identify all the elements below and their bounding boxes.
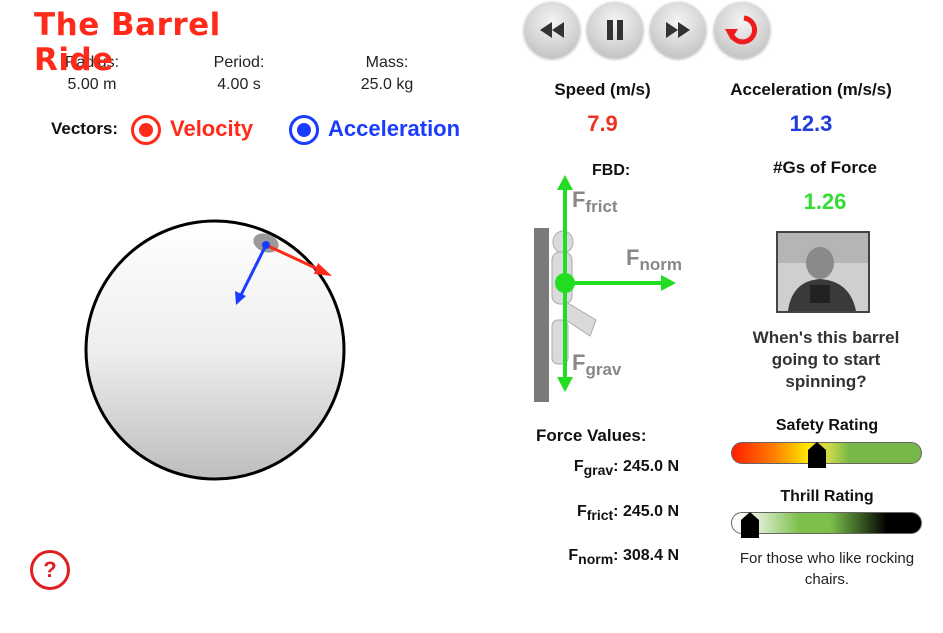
- force-row-frict: Ffrict: 245.0 N: [576, 503, 679, 524]
- ffrict-label: Ffrict: [572, 187, 618, 216]
- velocity-label[interactable]: Velocity: [170, 116, 253, 142]
- friction-arrowhead: [557, 175, 573, 190]
- help-button[interactable]: ?: [30, 550, 70, 590]
- person-photo-icon: [778, 233, 868, 311]
- speed-value: 7.9: [587, 111, 618, 136]
- barrel-circle: [84, 219, 346, 481]
- acceleration-stat-value: 12.3: [789, 111, 833, 136]
- thrill-rating-label: Thrill Rating: [780, 488, 874, 505]
- speed-label: Speed (m/s): [554, 80, 651, 99]
- fgrav-label: Fgrav: [572, 350, 622, 379]
- acceleration-radio[interactable]: [289, 115, 319, 145]
- rider-figure: [551, 230, 597, 365]
- pause-icon: [607, 20, 623, 40]
- safety-rating-label: Safety Rating: [775, 417, 879, 434]
- reset-icon: [725, 15, 758, 45]
- fnorm-label: Fnorm: [626, 245, 682, 274]
- barrel-view: [84, 219, 346, 481]
- page-title: The Barrel Ride: [34, 7, 221, 78]
- pause-button[interactable]: [587, 2, 643, 58]
- thrill-note: For those who like rocking chairs.: [739, 550, 915, 588]
- safety-rating-marker: [807, 442, 826, 468]
- vectors-label: Vectors:: [51, 119, 119, 138]
- reset-button[interactable]: [714, 2, 770, 58]
- barrel-wall: [534, 228, 549, 402]
- force-row-norm: Fnorm: 308.4 N: [568, 547, 679, 568]
- force-row-grav: Fgrav: 245.0 N: [573, 458, 679, 479]
- rider-dot: [262, 241, 270, 249]
- normal-arrowhead: [661, 275, 676, 291]
- question-text: When's this barrel going to start spinni…: [752, 328, 900, 391]
- mass-value: 25.0 kg: [360, 76, 414, 93]
- velocity-radio[interactable]: [131, 115, 161, 145]
- fast-forward-icon: [666, 22, 690, 38]
- fbd-center-dot: [555, 273, 575, 293]
- gs-value: 1.26: [803, 189, 847, 214]
- force-values-title: Force Values:: [536, 426, 647, 445]
- rewind-icon: [540, 22, 564, 38]
- acceleration-stat-label: Acceleration (m/s/s): [730, 80, 892, 99]
- gravity-arrowhead: [557, 377, 573, 392]
- mass-label: Mass:: [365, 54, 409, 71]
- mass-readout: Mass: 25.0 kg: [346, 52, 428, 96]
- gs-label: #Gs of Force: [773, 158, 877, 177]
- rider-photo: [776, 231, 870, 313]
- fbd-diagram: Ffrict Fnorm Fgrav: [534, 175, 682, 402]
- fast-forward-button[interactable]: [650, 2, 706, 58]
- rewind-button[interactable]: [524, 2, 580, 58]
- thrill-rating-marker: [741, 512, 760, 538]
- velocity-arrowhead: [314, 263, 332, 276]
- acceleration-label[interactable]: Acceleration: [328, 116, 460, 142]
